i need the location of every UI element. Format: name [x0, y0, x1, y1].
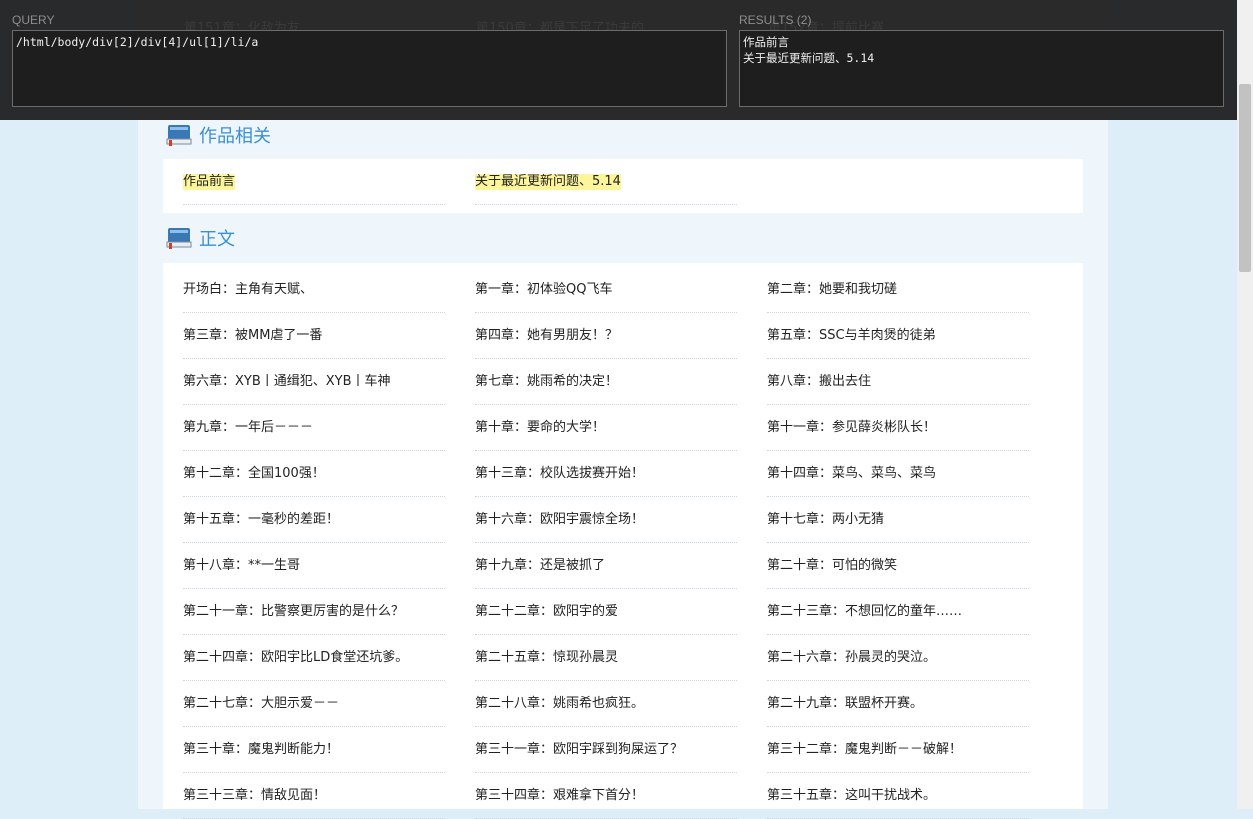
chapter-list-item: 第二十四章：欧阳宇比LD食堂还坑爹。 [183, 635, 445, 681]
query-input[interactable]: /html/body/div[2]/div[4]/ul[1]/li/a [12, 30, 727, 107]
chapter-link[interactable]: 第三十四章：艰难拿下首分！ [475, 788, 644, 804]
main-panel: 开场白：主角有天赋、 第一章：初体验QQ飞车 第二章：她要和我切磋第三章：被MM虐了… [163, 263, 1083, 819]
chapter-list-item: 第三十三章：情敌见面！ [183, 773, 445, 819]
chapter-list-item: 第十七章：两小无猜 [767, 497, 1029, 543]
chapter-link[interactable]: 第一章：初体验QQ飞车 [475, 282, 612, 298]
chapter-link[interactable]: 第三章：被MM虐了一番 [183, 328, 322, 344]
results-label: RESULTS (2) [739, 13, 812, 27]
chapter-list-item: 第二十七章：大胆示爱－－ [183, 681, 445, 727]
book-icon [166, 228, 192, 249]
chapter-list-item: 第三十五章：这叫干扰战术。 [767, 773, 1029, 819]
chapter-link[interactable]: 第二十一章：比警察更厉害的是什么？ [183, 604, 404, 620]
chapter-link[interactable]: 第三十五章：这叫干扰战术。 [767, 788, 936, 804]
chapter-link[interactable]: 第二十二章：欧阳宇的爱 [475, 604, 618, 620]
chapter-list-item: 第十四章：菜鸟、菜鸟、菜鸟 [767, 451, 1029, 497]
chapter-list-item: 第十六章：欧阳宇震惊全场！ [475, 497, 737, 543]
chapter-link[interactable]: 第十二章：全国100强！ [183, 466, 325, 482]
chapter-list-item: 第二十三章：不想回忆的童年…… [767, 589, 1029, 635]
chapter-link[interactable]: 第三十章：魔鬼判断能力！ [183, 742, 339, 758]
chapter-link[interactable]: 第三十二章：魔鬼判断－－破解！ [767, 742, 962, 758]
chapter-list-item: 第三十一章：欧阳宇踩到狗屎运了？ [475, 727, 737, 773]
chapter-list-item: 第十章：要命的大学！ [475, 405, 737, 451]
chapter-link[interactable]: 第九章：一年后－－－ [183, 420, 313, 436]
related-panel: 作品前言 关于最近更新问题、5.14 [163, 159, 1083, 213]
chapter-link[interactable]: 第十七章：两小无猜 [767, 512, 884, 528]
chapter-list-item: 第四章：她有男朋友！？ [475, 313, 737, 359]
chapter-link[interactable]: 第十五章：一毫秒的差距！ [183, 512, 339, 528]
results-output[interactable]: 作品前言 关于最近更新问题、5.14 [739, 30, 1224, 107]
chapter-link[interactable]: 第四章：她有男朋友！？ [475, 328, 618, 344]
result-line: 关于最近更新问题、5.14 [743, 51, 875, 65]
chapter-list-item: 第三十章：魔鬼判断能力！ [183, 727, 445, 773]
section-header-main: 正文 [165, 223, 235, 253]
chapter-link[interactable]: 第十三章：校队选拔赛开始！ [475, 466, 644, 482]
chapter-link[interactable]: 第二十九章：联盟杯开赛。 [767, 696, 923, 712]
chapter-link[interactable]: 第十一章：参见薛炎彬队长！ [767, 420, 936, 436]
chapter-link[interactable]: 第十八章：**一生哥 [183, 558, 300, 574]
chapter-list-item: 第十三章：校队选拔赛开始！ [475, 451, 737, 497]
chapter-link[interactable]: 第二十八章：姚雨希也疯狂。 [475, 696, 644, 712]
chapter-list-item: 第十一章：参见薛炎彬队长！ [767, 405, 1029, 451]
vertical-scrollbar[interactable] [1237, 0, 1253, 809]
xpath-helper-overlay: 第151章：化敌为友 第150章：都是下足了功夫的 第152章：提前比赛 QUE… [0, 0, 1237, 120]
chapter-list-item: 开场白：主角有天赋、 [183, 267, 445, 313]
chapter-list-item: 第二十六章：孙晨灵的哭泣。 [767, 635, 1029, 681]
chapter-list-item: 第二十五章：惊现孙晨灵 [475, 635, 737, 681]
chapter-link[interactable]: 第二章：她要和我切磋 [767, 282, 897, 298]
chapter-list-item: 第二十二章：欧阳宇的爱 [475, 589, 737, 635]
chapter-list-item: 第三十二章：魔鬼判断－－破解！ [767, 727, 1029, 773]
chapter-link[interactable]: 第三十一章：欧阳宇踩到狗屎运了？ [475, 742, 683, 758]
chapter-list-item: 第一章：初体验QQ飞车 [475, 267, 737, 313]
chapter-link[interactable]: 第十九章：还是被抓了 [475, 558, 605, 574]
chapter-link[interactable]: 第二十三章：不想回忆的童年…… [767, 604, 962, 620]
chapter-list-item: 第二十一章：比警察更厉害的是什么？ [183, 589, 445, 635]
section-title-related: 作品相关 [199, 126, 271, 147]
chapter-link[interactable]: 作品前言 [183, 174, 236, 190]
query-label: QUERY [12, 13, 55, 27]
chapter-link[interactable]: 第二十四章：欧阳宇比LD食堂还坑爹。 [183, 650, 408, 666]
chapter-link[interactable]: 第八章：搬出去住 [767, 374, 871, 390]
chapter-list-item: 第二十八章：姚雨希也疯狂。 [475, 681, 737, 727]
chapter-link[interactable]: 第十四章：菜鸟、菜鸟、菜鸟 [767, 466, 936, 482]
chapter-link[interactable]: 第三十三章：情敌见面！ [183, 788, 326, 804]
chapter-link[interactable]: 第二十六章：孙晨灵的哭泣。 [767, 650, 936, 666]
chapter-list-page: 作品相关 作品前言 关于最近更新问题、5.14 正文 开场白：主角有天赋、 第一章：… [138, 0, 1108, 819]
chapter-list-item: 第三十四章：艰难拿下首分！ [475, 773, 737, 819]
chapter-list-item: 第十五章：一毫秒的差距！ [183, 497, 445, 543]
chapter-list-item: 第二章：她要和我切磋 [767, 267, 1029, 313]
chapter-list-item: 第十二章：全国100强！ [183, 451, 445, 497]
chapter-link[interactable]: 第二十五章：惊现孙晨灵 [475, 650, 618, 666]
chapter-list-item: 作品前言 [183, 159, 445, 205]
chapter-list-item: 第十九章：还是被抓了 [475, 543, 737, 589]
chapter-list-item: 第二十章：可怕的微笑 [767, 543, 1029, 589]
chapter-link[interactable]: 第六章：XYB丨通缉犯、XYB丨车神 [183, 374, 391, 390]
chapter-link[interactable]: 第五章：SSC与羊肉煲的徒弟 [767, 328, 936, 344]
chapter-list-item: 关于最近更新问题、5.14 [475, 159, 737, 205]
chapter-link[interactable]: 第二十七章：大胆示爱－－ [183, 696, 339, 712]
chapter-link[interactable]: 第七章：姚雨希的决定！ [475, 374, 618, 390]
scrollbar-thumb[interactable] [1239, 84, 1251, 272]
chapter-list-item: 第九章：一年后－－－ [183, 405, 445, 451]
book-icon [166, 125, 192, 146]
chapter-list-item: 第八章：搬出去住 [767, 359, 1029, 405]
chapter-list-item: 第六章：XYB丨通缉犯、XYB丨车神 [183, 359, 445, 405]
chapter-link[interactable]: 第二十章：可怕的微笑 [767, 558, 897, 574]
chapter-list-item: 第三章：被MM虐了一番 [183, 313, 445, 359]
chapter-link[interactable]: 第十六章：欧阳宇震惊全场！ [475, 512, 644, 528]
chapter-list-item: 第七章：姚雨希的决定！ [475, 359, 737, 405]
chapter-link[interactable]: 第十章：要命的大学！ [475, 420, 605, 436]
chapter-list-item: 第二十九章：联盟杯开赛。 [767, 681, 1029, 727]
chapter-link[interactable]: 关于最近更新问题、5.14 [475, 174, 621, 190]
chapter-list-item: 第十八章：**一生哥 [183, 543, 445, 589]
chapter-list-item: 第五章：SSC与羊肉煲的徒弟 [767, 313, 1029, 359]
chapter-link[interactable]: 开场白：主角有天赋、 [183, 282, 313, 298]
section-title-main: 正文 [199, 229, 235, 250]
result-line: 作品前言 [743, 35, 789, 49]
section-header-related: 作品相关 [165, 120, 271, 150]
